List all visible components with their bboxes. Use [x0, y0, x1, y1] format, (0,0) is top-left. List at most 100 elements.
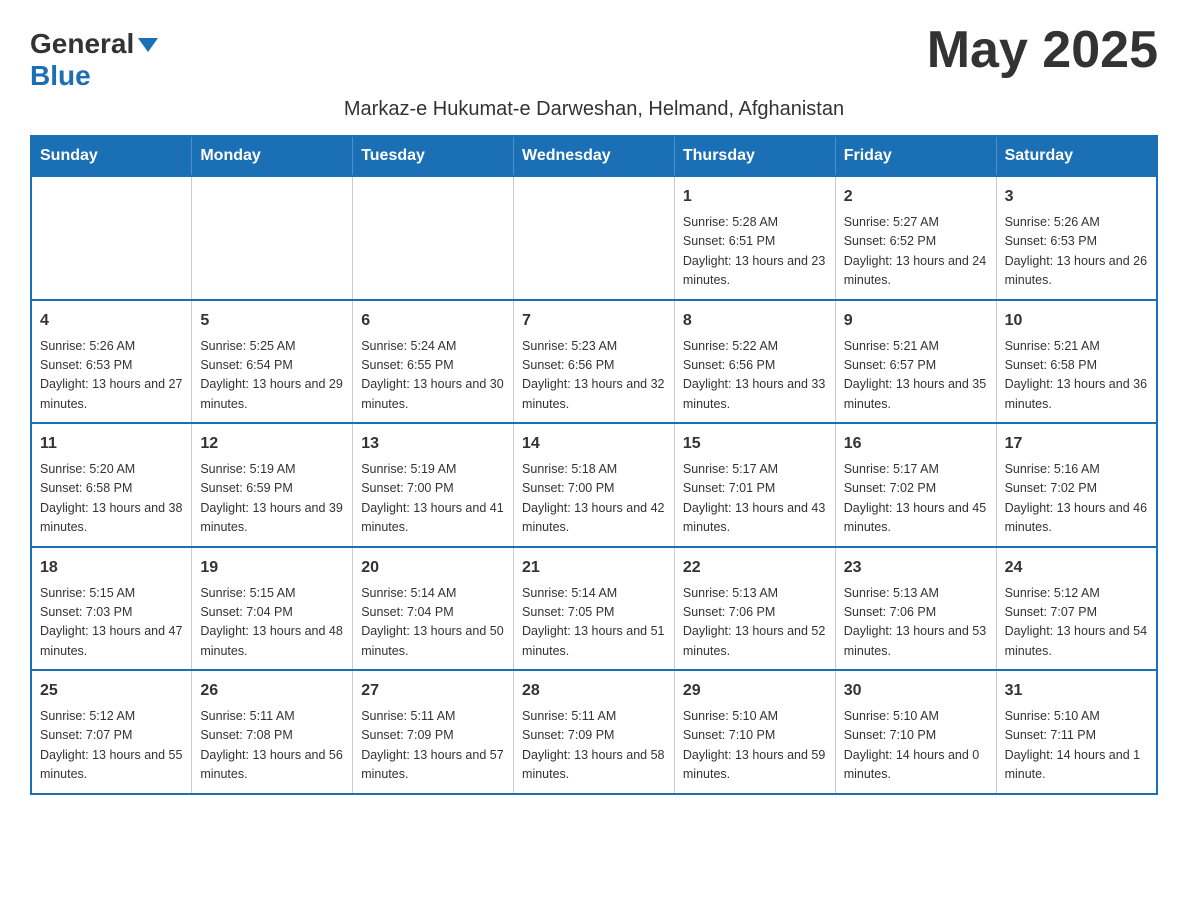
calendar-cell: 21Sunrise: 5:14 AM Sunset: 7:05 PM Dayli…	[514, 547, 675, 671]
calendar-week-row: 4 Sunrise: 5:26 AM Sunset: 6:53 PM Daylig…	[31, 300, 1157, 424]
calendar-cell: 30 Sunrise: 5:10 AM Sunset: 7:10 PM Dayli…	[835, 670, 996, 794]
weekday-header-monday: Monday	[192, 136, 353, 176]
day-number: 30	[844, 679, 988, 703]
day-info: Sunrise: 5:23 AM Sunset: 6:56 PM Dayligh…	[522, 337, 666, 415]
logo-general-text: General	[30, 28, 158, 60]
calendar-cell: 2 Sunrise: 5:27 AM Sunset: 6:52 PM Daylig…	[835, 176, 996, 300]
day-info: Sunrise: 5:17 AM Sunset: 7:01 PM Dayligh…	[683, 460, 827, 538]
calendar-cell: 3Sunrise: 5:26 AM Sunset: 6:53 PM Daylig…	[996, 176, 1157, 300]
calendar-cell: 16 Sunrise: 5:17 AM Sunset: 7:02 PM Dayli…	[835, 423, 996, 547]
day-number: 28	[522, 679, 666, 703]
day-number: 6	[361, 309, 505, 333]
day-info: Sunrise: 5:26 AM Sunset: 6:53 PM Dayligh…	[40, 337, 183, 415]
calendar-cell: 7 Sunrise: 5:23 AM Sunset: 6:56 PM Daylig…	[514, 300, 675, 424]
day-number: 25	[40, 679, 183, 703]
day-number: 17	[1005, 432, 1148, 456]
day-info: Sunrise: 5:16 AM Sunset: 7:02 PM Dayligh…	[1005, 460, 1148, 538]
day-info: Sunrise: 5:12 AM Sunset: 7:07 PM Dayligh…	[1005, 584, 1148, 662]
day-number: 20	[361, 556, 505, 580]
day-info: Sunrise: 5:11 AM Sunset: 7:09 PM Dayligh…	[361, 707, 505, 785]
day-number: 8	[683, 309, 827, 333]
day-info: Sunrise: 5:10 AM Sunset: 7:10 PM Dayligh…	[844, 707, 988, 785]
day-number: 24	[1005, 556, 1148, 580]
day-info: Sunrise: 5:18 AM Sunset: 7:00 PM Dayligh…	[522, 460, 666, 538]
day-info: Sunrise: 5:17 AM Sunset: 7:02 PM Dayligh…	[844, 460, 988, 538]
weekday-header-saturday: Saturday	[996, 136, 1157, 176]
calendar-cell	[353, 176, 514, 300]
calendar-cell: 25 Sunrise: 5:12 AM Sunset: 7:07 PM Dayli…	[31, 670, 192, 794]
calendar-cell: 18Sunrise: 5:15 AM Sunset: 7:03 PM Dayli…	[31, 547, 192, 671]
weekday-header-thursday: Thursday	[674, 136, 835, 176]
day-info: Sunrise: 5:19 AM Sunset: 6:59 PM Dayligh…	[200, 460, 344, 538]
calendar-header: SundayMondayTuesdayWednesdayThursdayFrid…	[31, 136, 1157, 176]
calendar-cell	[514, 176, 675, 300]
day-number: 14	[522, 432, 666, 456]
day-info: Sunrise: 5:22 AM Sunset: 6:56 PM Dayligh…	[683, 337, 827, 415]
day-info: Sunrise: 5:26 AM Sunset: 6:53 PM Dayligh…	[1005, 213, 1148, 291]
day-info: Sunrise: 5:11 AM Sunset: 7:08 PM Dayligh…	[200, 707, 344, 785]
weekday-header-tuesday: Tuesday	[353, 136, 514, 176]
calendar-cell: 19 Sunrise: 5:15 AM Sunset: 7:04 PM Dayli…	[192, 547, 353, 671]
day-info: Sunrise: 5:27 AM Sunset: 6:52 PM Dayligh…	[844, 213, 988, 291]
calendar-cell	[31, 176, 192, 300]
day-info: Sunrise: 5:19 AM Sunset: 7:00 PM Dayligh…	[361, 460, 505, 538]
logo-blue-text: Blue	[30, 60, 91, 92]
day-number: 23	[844, 556, 988, 580]
calendar-cell: 6Sunrise: 5:24 AM Sunset: 6:55 PM Daylig…	[353, 300, 514, 424]
calendar-cell: 10Sunrise: 5:21 AM Sunset: 6:58 PM Dayli…	[996, 300, 1157, 424]
day-number: 21	[522, 556, 666, 580]
day-number: 16	[844, 432, 988, 456]
day-number: 1	[683, 185, 827, 209]
weekday-header-row: SundayMondayTuesdayWednesdayThursdayFrid…	[31, 136, 1157, 176]
calendar-cell: 12 Sunrise: 5:19 AM Sunset: 6:59 PM Dayli…	[192, 423, 353, 547]
day-number: 12	[200, 432, 344, 456]
calendar-cell: 15 Sunrise: 5:17 AM Sunset: 7:01 PM Dayli…	[674, 423, 835, 547]
calendar-cell: 17 Sunrise: 5:16 AM Sunset: 7:02 PM Dayli…	[996, 423, 1157, 547]
calendar-week-row: 11 Sunrise: 5:20 AM Sunset: 6:58 PM Dayli…	[31, 423, 1157, 547]
day-info: Sunrise: 5:20 AM Sunset: 6:58 PM Dayligh…	[40, 460, 183, 538]
day-number: 15	[683, 432, 827, 456]
day-number: 9	[844, 309, 988, 333]
day-number: 7	[522, 309, 666, 333]
weekday-header-wednesday: Wednesday	[514, 136, 675, 176]
day-number: 19	[200, 556, 344, 580]
day-info: Sunrise: 5:12 AM Sunset: 7:07 PM Dayligh…	[40, 707, 183, 785]
day-info: Sunrise: 5:14 AM Sunset: 7:04 PM Dayligh…	[361, 584, 505, 662]
calendar-body: 1Sunrise: 5:28 AM Sunset: 6:51 PM Daylig…	[31, 176, 1157, 794]
calendar-cell: 27 Sunrise: 5:11 AM Sunset: 7:09 PM Dayli…	[353, 670, 514, 794]
calendar-cell: 13Sunrise: 5:19 AM Sunset: 7:00 PM Dayli…	[353, 423, 514, 547]
calendar-cell: 4 Sunrise: 5:26 AM Sunset: 6:53 PM Daylig…	[31, 300, 192, 424]
calendar-week-row: 18Sunrise: 5:15 AM Sunset: 7:03 PM Dayli…	[31, 547, 1157, 671]
day-number: 22	[683, 556, 827, 580]
calendar-week-row: 1Sunrise: 5:28 AM Sunset: 6:51 PM Daylig…	[31, 176, 1157, 300]
calendar-week-row: 25 Sunrise: 5:12 AM Sunset: 7:07 PM Dayli…	[31, 670, 1157, 794]
day-info: Sunrise: 5:11 AM Sunset: 7:09 PM Dayligh…	[522, 707, 666, 785]
calendar-cell: 14 Sunrise: 5:18 AM Sunset: 7:00 PM Dayli…	[514, 423, 675, 547]
calendar-cell: 11 Sunrise: 5:20 AM Sunset: 6:58 PM Dayli…	[31, 423, 192, 547]
day-number: 18	[40, 556, 183, 580]
day-number: 5	[200, 309, 344, 333]
logo-triangle-icon	[138, 38, 158, 52]
day-info: Sunrise: 5:21 AM Sunset: 6:57 PM Dayligh…	[844, 337, 988, 415]
day-number: 27	[361, 679, 505, 703]
calendar-cell: 24 Sunrise: 5:12 AM Sunset: 7:07 PM Dayli…	[996, 547, 1157, 671]
day-number: 10	[1005, 309, 1148, 333]
calendar-cell: 20 Sunrise: 5:14 AM Sunset: 7:04 PM Dayli…	[353, 547, 514, 671]
day-number: 29	[683, 679, 827, 703]
calendar-cell: 23 Sunrise: 5:13 AM Sunset: 7:06 PM Dayli…	[835, 547, 996, 671]
day-number: 11	[40, 432, 183, 456]
calendar-cell: 28 Sunrise: 5:11 AM Sunset: 7:09 PM Dayli…	[514, 670, 675, 794]
calendar-cell: 22 Sunrise: 5:13 AM Sunset: 7:06 PM Dayli…	[674, 547, 835, 671]
day-number: 2	[844, 185, 988, 209]
day-info: Sunrise: 5:13 AM Sunset: 7:06 PM Dayligh…	[844, 584, 988, 662]
page-header: General Blue May 2025	[30, 20, 1158, 92]
day-info: Sunrise: 5:13 AM Sunset: 7:06 PM Dayligh…	[683, 584, 827, 662]
day-info: Sunrise: 5:25 AM Sunset: 6:54 PM Dayligh…	[200, 337, 344, 415]
day-number: 26	[200, 679, 344, 703]
logo: General Blue	[30, 20, 158, 92]
calendar-cell: 9 Sunrise: 5:21 AM Sunset: 6:57 PM Daylig…	[835, 300, 996, 424]
day-info: Sunrise: 5:15 AM Sunset: 7:04 PM Dayligh…	[200, 584, 344, 662]
day-number: 4	[40, 309, 183, 333]
weekday-header-sunday: Sunday	[31, 136, 192, 176]
calendar-cell: 31Sunrise: 5:10 AM Sunset: 7:11 PM Dayli…	[996, 670, 1157, 794]
